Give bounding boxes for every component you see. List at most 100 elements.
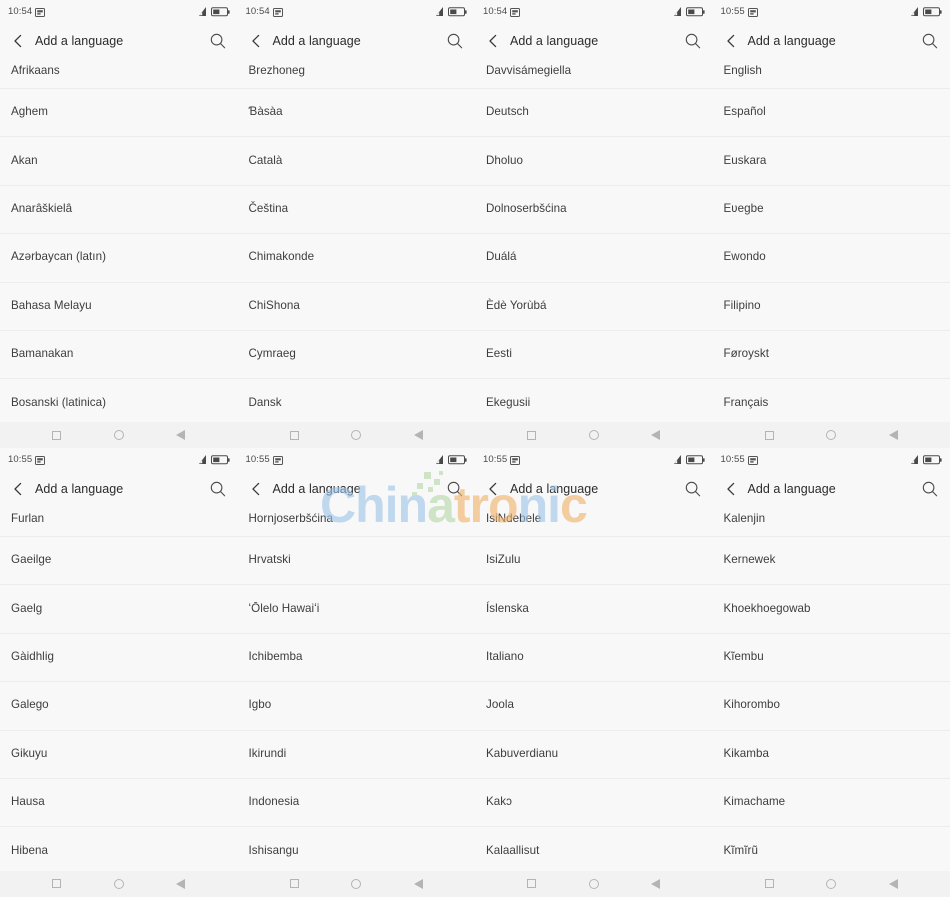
list-item[interactable]: Dolnoserbšćina: [475, 185, 713, 235]
back-triangle-icon[interactable]: [170, 873, 192, 895]
search-icon[interactable]: [921, 32, 939, 50]
list-item[interactable]: Furlan: [0, 505, 238, 537]
list-item[interactable]: Gikuyu: [0, 730, 238, 779]
list-item[interactable]: Ewondo: [712, 234, 950, 283]
chevron-left-icon[interactable]: [10, 481, 26, 497]
list-item[interactable]: Hausa: [0, 778, 238, 828]
list-item[interactable]: Hibena: [0, 827, 238, 871]
list-item[interactable]: Čeština: [237, 185, 475, 235]
list-item[interactable]: Bosanski (latinica): [0, 379, 238, 422]
list-item[interactable]: Filipino: [712, 282, 950, 331]
list-item[interactable]: Dholuo: [475, 137, 713, 186]
list-item[interactable]: Brezhoneg: [237, 57, 475, 89]
recents-icon[interactable]: [283, 873, 305, 895]
list-item[interactable]: Kimachame: [712, 778, 950, 828]
back-triangle-icon[interactable]: [645, 424, 667, 446]
recents-icon[interactable]: [521, 424, 543, 446]
list-item[interactable]: Kĩmĩrũ: [712, 827, 950, 871]
list-item[interactable]: Azərbaycan (latın): [0, 234, 238, 283]
list-item[interactable]: Deutsch: [475, 89, 713, 138]
list-item[interactable]: Hornjoserbšćina: [237, 505, 475, 537]
chevron-left-icon[interactable]: [485, 481, 501, 497]
list-item[interactable]: Español: [712, 89, 950, 138]
list-item[interactable]: Ikirundi: [237, 730, 475, 779]
list-item[interactable]: Hrvatski: [237, 537, 475, 586]
list-item[interactable]: Bamanakan: [0, 330, 238, 380]
list-item[interactable]: Ishisangu: [237, 827, 475, 871]
home-icon[interactable]: [345, 873, 367, 895]
list-item[interactable]: Ekegusii: [475, 379, 713, 422]
back-triangle-icon[interactable]: [407, 873, 429, 895]
list-item[interactable]: Kikamba: [712, 730, 950, 779]
list-item[interactable]: Kalaallisut: [475, 827, 713, 871]
list-item[interactable]: Èdè Yorùbá: [475, 282, 713, 331]
list-item[interactable]: ChiShona: [237, 282, 475, 331]
chevron-left-icon[interactable]: [248, 33, 264, 49]
list-item[interactable]: Galego: [0, 682, 238, 731]
list-item[interactable]: Davvisámegiella: [475, 57, 713, 89]
list-item[interactable]: Chimakonde: [237, 234, 475, 283]
list-item[interactable]: Kalenjin: [712, 505, 950, 537]
back-triangle-icon[interactable]: [882, 873, 904, 895]
list-item[interactable]: Eesti: [475, 330, 713, 380]
home-icon[interactable]: [345, 424, 367, 446]
search-icon[interactable]: [446, 32, 464, 50]
list-item[interactable]: Català: [237, 137, 475, 186]
list-item[interactable]: Kabuverdianu: [475, 730, 713, 779]
back-triangle-icon[interactable]: [170, 424, 192, 446]
list-item[interactable]: Akan: [0, 137, 238, 186]
chevron-left-icon[interactable]: [248, 481, 264, 497]
list-item[interactable]: Anarâškielâ: [0, 185, 238, 235]
recents-icon[interactable]: [521, 873, 543, 895]
chevron-left-icon[interactable]: [723, 33, 739, 49]
list-item[interactable]: Kĩembu: [712, 633, 950, 683]
list-item[interactable]: Cymraeg: [237, 330, 475, 380]
list-item[interactable]: Joola: [475, 682, 713, 731]
recents-icon[interactable]: [283, 424, 305, 446]
list-item[interactable]: Eʋegbe: [712, 185, 950, 235]
back-triangle-icon[interactable]: [407, 424, 429, 446]
list-item[interactable]: Bahasa Melayu: [0, 282, 238, 331]
list-item[interactable]: IsiZulu: [475, 537, 713, 586]
list-item[interactable]: IsiNdebele: [475, 505, 713, 537]
home-icon[interactable]: [583, 873, 605, 895]
list-item[interactable]: Khoekhoegowab: [712, 585, 950, 634]
list-item[interactable]: Dansk: [237, 379, 475, 422]
list-item[interactable]: English: [712, 57, 950, 89]
chevron-left-icon[interactable]: [10, 33, 26, 49]
search-icon[interactable]: [209, 32, 227, 50]
search-icon[interactable]: [209, 480, 227, 498]
list-item[interactable]: Kernewek: [712, 537, 950, 586]
list-item[interactable]: Euskara: [712, 137, 950, 186]
list-item[interactable]: Indonesia: [237, 778, 475, 828]
list-item[interactable]: Føroyskt: [712, 330, 950, 380]
recents-icon[interactable]: [46, 424, 68, 446]
recents-icon[interactable]: [46, 873, 68, 895]
list-item[interactable]: Ɓàsàa: [237, 89, 475, 138]
list-item[interactable]: Gàidhlig: [0, 633, 238, 683]
list-item[interactable]: Íslenska: [475, 585, 713, 634]
home-icon[interactable]: [583, 424, 605, 446]
list-item[interactable]: Gaeilge: [0, 537, 238, 586]
list-item[interactable]: Igbo: [237, 682, 475, 731]
search-icon[interactable]: [684, 32, 702, 50]
chevron-left-icon[interactable]: [485, 33, 501, 49]
list-item[interactable]: Italiano: [475, 633, 713, 683]
home-icon[interactable]: [820, 873, 842, 895]
list-item[interactable]: Aghem: [0, 89, 238, 138]
list-item[interactable]: Duálá: [475, 234, 713, 283]
list-item[interactable]: Français: [712, 379, 950, 422]
recents-icon[interactable]: [758, 873, 780, 895]
list-item[interactable]: Afrikaans: [0, 57, 238, 89]
home-icon[interactable]: [108, 873, 130, 895]
list-item[interactable]: Gaelg: [0, 585, 238, 634]
home-icon[interactable]: [108, 424, 130, 446]
back-triangle-icon[interactable]: [882, 424, 904, 446]
list-item[interactable]: Ichibemba: [237, 633, 475, 683]
recents-icon[interactable]: [758, 424, 780, 446]
list-item[interactable]: ʻŌlelo Hawaiʻi: [237, 585, 475, 634]
search-icon[interactable]: [684, 480, 702, 498]
back-triangle-icon[interactable]: [645, 873, 667, 895]
search-icon[interactable]: [446, 480, 464, 498]
home-icon[interactable]: [820, 424, 842, 446]
